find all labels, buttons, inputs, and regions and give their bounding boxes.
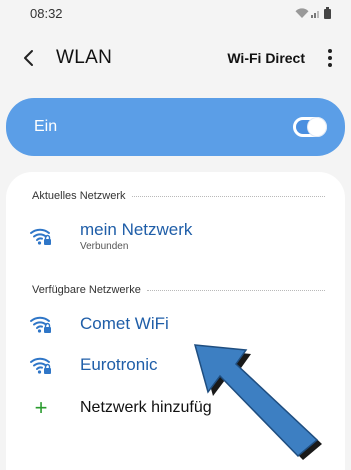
current-network-status: Verbunden: [80, 241, 129, 252]
available-networks-header: Verfügbare Netzwerke: [32, 284, 325, 296]
page-title: WLAN: [56, 47, 113, 68]
wifi-lock-icon: [30, 228, 51, 245]
available-networks-section-label: Verfügbare Netzwerke: [32, 284, 141, 296]
signal-icon: [311, 10, 319, 18]
status-bar: 08:32: [0, 0, 351, 26]
current-network-section-label: Aktuelles Netzwerk: [32, 190, 126, 202]
wifi-lock-icon: [30, 357, 51, 374]
status-icons: [295, 7, 331, 19]
back-button[interactable]: [22, 43, 44, 73]
section-divider: [146, 289, 325, 291]
network-name: Comet WiFi: [80, 314, 169, 333]
plus-icon: +: [34, 395, 48, 420]
wifi-lock-icon: [30, 316, 51, 333]
back-arrow-icon: [24, 50, 33, 66]
battery-icon: [324, 7, 331, 19]
wifi-direct-button[interactable]: Wi-Fi Direct: [227, 50, 305, 66]
network-row-eurotronic[interactable]: Eurotronic: [28, 354, 325, 376]
switch-knob: [308, 118, 326, 136]
network-name: Eurotronic: [80, 355, 158, 374]
more-dot: [328, 49, 332, 53]
add-network-row[interactable]: + Netzwerk hinzufüg: [28, 397, 325, 419]
more-dot: [328, 56, 332, 60]
section-divider: [131, 195, 325, 197]
app-header: WLAN Wi-Fi Direct: [0, 38, 351, 78]
wifi-status-icon: [295, 7, 309, 18]
more-dot: [328, 63, 332, 67]
networks-card: Aktuelles Netzwerk mein Netzwerk Verbund…: [6, 172, 345, 470]
current-network-row[interactable]: mein Netzwerk Verbunden: [28, 220, 325, 252]
network-row-comet-wifi[interactable]: Comet WiFi: [28, 313, 325, 335]
wlan-switch[interactable]: [293, 117, 327, 137]
add-network-label: Netzwerk hinzufüg: [80, 399, 212, 416]
wlan-toggle-label: Ein: [34, 118, 58, 135]
current-network-name: mein Netzwerk: [80, 220, 193, 239]
more-options-button[interactable]: [325, 49, 335, 67]
current-network-header: Aktuelles Netzwerk: [32, 190, 325, 202]
wlan-toggle-card[interactable]: Ein: [6, 98, 345, 156]
status-time: 08:32: [30, 5, 63, 21]
